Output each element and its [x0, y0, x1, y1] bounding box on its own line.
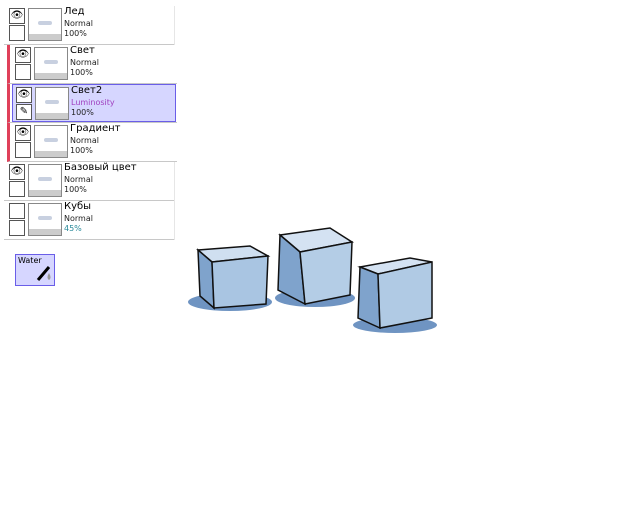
- layer-row[interactable]: Кубы Normal 45%: [4, 201, 174, 240]
- layer-blend-mode: Normal: [64, 214, 93, 223]
- layer-row[interactable]: 👁 Градиент Normal 100%: [7, 123, 177, 162]
- layer-blend-mode: Normal: [70, 58, 99, 67]
- layer-opacity: 45%: [64, 224, 82, 233]
- layer-blend-mode: Normal: [64, 175, 93, 184]
- layer-thumbnail: [28, 164, 62, 197]
- layer-row-body: 👁 ✎ Свет2 Luminosity 100%: [12, 84, 176, 122]
- visibility-toggle[interactable]: 👁: [9, 164, 25, 180]
- layer-name: Свет: [70, 45, 95, 56]
- layer-row[interactable]: 👁 Свет Normal 100%: [7, 45, 177, 84]
- pencil-icon: ✎: [19, 106, 29, 117]
- layer-opacity: 100%: [64, 185, 87, 194]
- layer-option-toggle[interactable]: [9, 25, 25, 41]
- layer-opacity: 100%: [70, 68, 93, 77]
- visibility-toggle[interactable]: 👁: [15, 47, 31, 63]
- layer-thumbnail: [28, 8, 62, 41]
- ice-cube-middle: [277, 227, 354, 306]
- layer-name: Градиент: [70, 123, 121, 134]
- layer-name: Кубы: [64, 201, 92, 212]
- layer-thumbnail: [35, 87, 69, 120]
- layers-panel: 👁 Лед Normal 100% 👁 Свет Normal 100% 👁 ✎…: [4, 6, 177, 240]
- water-tool-button[interactable]: Water: [15, 254, 55, 286]
- layer-blend-mode: Luminosity: [71, 98, 115, 107]
- layer-thumbnail: [28, 203, 62, 236]
- layer-row[interactable]: 👁 Базовый цвет Normal 100%: [4, 162, 174, 201]
- layer-option-toggle[interactable]: [9, 220, 25, 236]
- layer-thumbnail: [34, 125, 68, 158]
- layer-option-toggle[interactable]: ✎: [16, 104, 32, 120]
- layer-row-body: Кубы Normal 45%: [6, 201, 173, 239]
- layer-option-toggle[interactable]: [15, 64, 31, 80]
- visibility-toggle[interactable]: 👁: [9, 8, 25, 24]
- layer-thumbnail: [34, 47, 68, 80]
- layer-blend-mode: Normal: [64, 19, 93, 28]
- layer-option-toggle[interactable]: [9, 181, 25, 197]
- layer-row-body: 👁 Базовый цвет Normal 100%: [6, 162, 173, 200]
- eye-icon: 👁: [16, 49, 30, 60]
- water-dropper-icon: [36, 266, 51, 281]
- layer-opacity: 100%: [64, 29, 87, 38]
- eye-icon: 👁: [16, 127, 30, 138]
- layer-name: Базовый цвет: [64, 162, 137, 173]
- visibility-toggle[interactable]: 👁: [15, 125, 31, 141]
- eye-icon: 👁: [10, 10, 24, 21]
- eye-icon: 👁: [17, 89, 31, 100]
- layer-row[interactable]: 👁 Лед Normal 100%: [4, 6, 174, 45]
- layer-name: Лед: [64, 6, 85, 17]
- ice-cube-shadows: [188, 289, 437, 333]
- layer-row-body: 👁 Лед Normal 100%: [6, 6, 173, 44]
- layer-blend-mode: Normal: [70, 136, 99, 145]
- ice-cube-left: [196, 245, 271, 310]
- visibility-toggle[interactable]: [9, 203, 25, 219]
- layer-opacity: 100%: [70, 146, 93, 155]
- layer-option-toggle[interactable]: [15, 142, 31, 158]
- layer-opacity: 100%: [71, 108, 94, 117]
- visibility-toggle[interactable]: 👁: [16, 87, 32, 103]
- ice-cube-right: [357, 257, 433, 330]
- eye-icon: 👁: [10, 166, 24, 177]
- layer-name: Свет2: [71, 85, 103, 96]
- layer-row-body: 👁 Свет Normal 100%: [12, 45, 176, 83]
- layer-row[interactable]: 👁 ✎ Свет2 Luminosity 100%: [7, 84, 177, 123]
- layer-row-body: 👁 Градиент Normal 100%: [12, 123, 176, 161]
